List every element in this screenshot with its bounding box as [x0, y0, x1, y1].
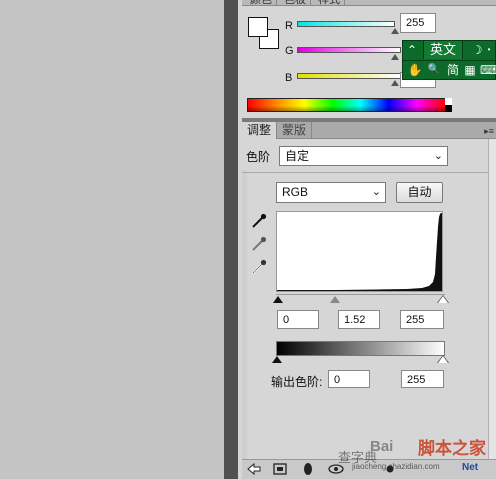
slider-thumb-g[interactable] [391, 54, 399, 60]
channel-select[interactable]: RGB ⌄ [276, 182, 386, 203]
clip-layer-icon[interactable] [300, 462, 316, 476]
keyboard-icon[interactable]: ⌨ [480, 61, 496, 79]
watermark-site-name: 脚本之家 [418, 439, 486, 458]
tab-color[interactable]: 颜色 [246, 0, 277, 5]
color-spectrum-bar[interactable] [247, 98, 452, 112]
channel-label-r: R [285, 20, 293, 32]
channel-label-g: G [285, 45, 294, 57]
output-levels-label: 输出色阶: [271, 375, 323, 389]
value-field-r[interactable]: 255 [400, 13, 436, 33]
slider-track-b[interactable] [297, 73, 401, 79]
histogram-graph [277, 213, 442, 291]
panel-menu-icon[interactable]: ▸≡ [484, 126, 494, 137]
watermark-net: Net [462, 462, 479, 473]
tab-masks[interactable]: 蒙版 [277, 122, 313, 139]
black-point-eyedropper-icon[interactable] [250, 212, 268, 230]
panel-dock-divider[interactable] [224, 0, 238, 479]
ime-toolbar[interactable]: ⌃ 英文 ☽ • ✋ 🔍 简 ▦ ⌨ [402, 40, 496, 80]
channel-label-b: B [285, 72, 293, 84]
output-shadow-field[interactable]: 0 [328, 370, 370, 388]
moon-icon[interactable]: ☽ [471, 41, 483, 59]
auto-button[interactable]: 自动 [396, 182, 443, 203]
ime-mode-label[interactable]: 英文 [423, 41, 463, 59]
input-highlight-field[interactable]: 255 [400, 310, 444, 329]
panel-inner-edge [242, 170, 247, 459]
preset-value: 自定 [285, 149, 310, 163]
back-arrow-icon[interactable] [246, 462, 262, 476]
simplified-chinese-toggle[interactable]: 简 [445, 61, 461, 79]
output-levels-gradient [276, 341, 445, 356]
output-highlight-slider[interactable] [438, 356, 448, 363]
preset-label: 色阶 [246, 150, 271, 164]
tab-swatches[interactable]: 色板 [280, 0, 311, 5]
slider-track-r[interactable] [297, 21, 395, 27]
tab-styles[interactable]: 样式 [314, 0, 345, 5]
adjustments-tab-bar: 调整 蒙版 ▸≡ [242, 122, 496, 139]
slider-thumb-r[interactable] [391, 28, 399, 34]
expand-view-icon[interactable] [272, 462, 288, 476]
chevron-down-icon: ⌄ [433, 150, 443, 162]
gray-point-eyedropper-icon[interactable] [250, 235, 268, 253]
output-shadow-slider[interactable] [272, 356, 282, 363]
hand-icon[interactable]: ✋ [407, 61, 423, 79]
white-point-eyedropper-icon[interactable] [250, 258, 268, 276]
canvas-workspace [0, 0, 224, 479]
output-highlight-field[interactable]: 255 [401, 370, 444, 388]
slider-track-g[interactable] [297, 47, 401, 53]
section-divider [242, 172, 488, 173]
foreground-color-swatch[interactable] [248, 17, 268, 37]
panel-scrollbar[interactable] [488, 139, 496, 459]
midtone-input-slider[interactable] [330, 296, 340, 303]
watermark-url: jiaocheng.chazidian.com [352, 462, 440, 471]
grid-icon[interactable]: ▦ [463, 61, 477, 79]
channel-value: RGB [282, 185, 309, 199]
double-chevron-up-icon[interactable]: ⌃ [405, 41, 419, 59]
search-icon[interactable]: 🔍 [426, 61, 442, 79]
shadow-input-slider[interactable] [273, 296, 283, 303]
slider-thumb-b[interactable] [391, 80, 399, 86]
tab-adjustments[interactable]: 调整 [242, 122, 278, 139]
preset-select[interactable]: 自定 ⌄ [279, 146, 448, 166]
highlight-input-slider[interactable] [438, 296, 448, 303]
input-midtone-field[interactable]: 1.52 [338, 310, 380, 329]
input-shadow-field[interactable]: 0 [277, 310, 319, 329]
chevron-down-icon: ⌄ [371, 186, 381, 198]
input-levels-track [276, 294, 445, 295]
levels-histogram [276, 211, 443, 292]
color-panel-tabs: 颜色 色板 样式 [242, 0, 496, 6]
dot-icon[interactable]: • [485, 41, 493, 59]
